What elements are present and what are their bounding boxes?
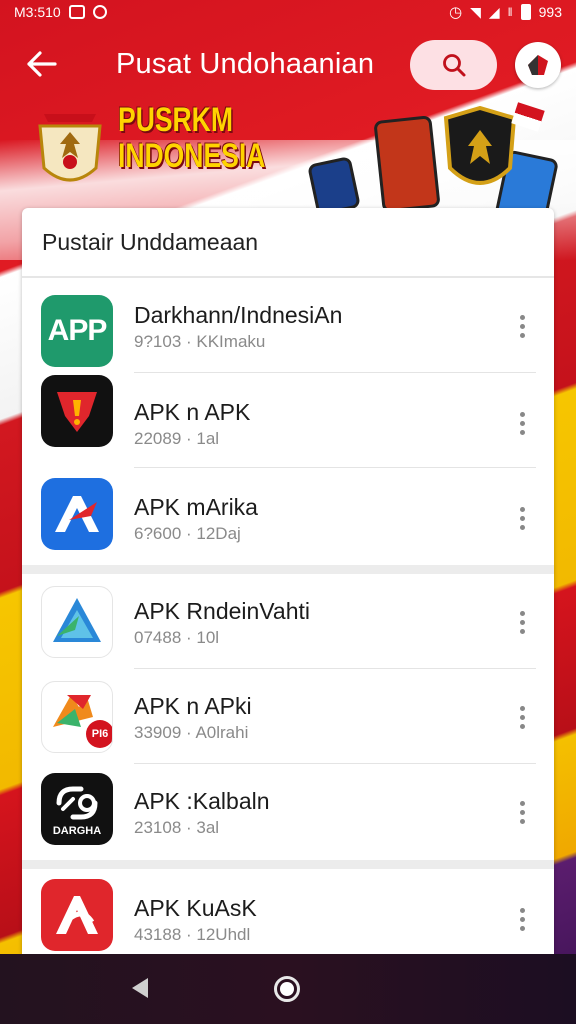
app-name: APK n APK (134, 399, 251, 425)
triangle-arrow-glyph (53, 598, 101, 642)
app-name: APK n APki (134, 693, 252, 719)
red-shield-icon (41, 375, 113, 447)
app-meta: 43188 · 12Uhdl (134, 925, 251, 944)
signal-icon-2: ‖ (507, 5, 513, 19)
signal-icon: ◢ (488, 3, 500, 20)
more-options-button[interactable] (510, 792, 534, 832)
phone-illustration-1 (307, 155, 361, 217)
app-list-item[interactable]: APK mArika 6?600 · 12Daj (22, 468, 554, 563)
status-bar: M3:510 ◷ ◥ ◢ ‖ 993 (0, 0, 576, 24)
more-options-button[interactable] (510, 403, 534, 443)
banner-line-2: INDONESIA (118, 137, 266, 175)
orange-arrow-icon: PI6 (41, 681, 113, 753)
app-name: APK KuAsK (134, 895, 257, 921)
nav-home-icon[interactable] (274, 976, 300, 1002)
app-name: Darkhann/IndnesiAn (134, 302, 343, 328)
phone-illustration-2 (373, 115, 441, 213)
app-meta: 07488 · 10l (134, 628, 220, 647)
avatar-badge-icon (528, 55, 548, 75)
red-a-icon (41, 879, 113, 951)
app-name: APK mArika (134, 494, 258, 520)
wifi-icon: ◥ (470, 3, 481, 20)
app-meta: 33909 · A0lrahi (134, 723, 249, 742)
app-meta: 22089 · 1al (134, 429, 220, 448)
app-badge: PI6 (86, 720, 112, 748)
more-options-button[interactable] (510, 602, 534, 642)
app-list-item[interactable]: APP Darkhann/IndnesiAn 9?103 · KKImaku (22, 278, 554, 373)
red-a-glyph (56, 896, 98, 934)
search-icon (442, 54, 465, 77)
search-button[interactable] (410, 40, 497, 90)
app-list-item[interactable]: APK n APK 22089 · 1al (22, 373, 554, 468)
app-name: APK RndeinVahti (134, 598, 311, 624)
shield-emblem-icon (443, 106, 517, 185)
app-list-item[interactable]: DARGHA APK :Kalbaln 23108 · 3al (22, 764, 554, 859)
app-meta: 6?600 · 12Daj (134, 524, 241, 543)
black-link-glyph (56, 786, 98, 820)
app-list-item[interactable]: APK RndeinVahti 07488 · 10l (22, 574, 554, 669)
status-time: M3:510 (14, 4, 61, 20)
more-options-button[interactable] (510, 697, 534, 737)
page-title: Pusat Undohaanian (116, 47, 375, 80)
red-shield-glyph (57, 392, 97, 432)
notification-icon-2 (92, 5, 107, 19)
app-list-item[interactable]: PI6 APK n APki 33909 · A0lrahi (22, 669, 554, 764)
battery-icon (520, 4, 531, 20)
app-icon-text: APP (47, 314, 108, 347)
more-options-button[interactable] (510, 899, 534, 939)
triangle-arrow-icon (41, 586, 113, 658)
more-options-button[interactable] (510, 498, 534, 538)
black-link-icon: DARGHA (41, 773, 113, 845)
section-divider (22, 565, 554, 574)
banner-title: PUSRKM INDONESIA (118, 102, 265, 174)
app-green-icon: APP (41, 295, 113, 367)
app-meta: 9?103 · KKImaku (134, 332, 266, 351)
more-options-button[interactable] (510, 306, 534, 346)
alarm-icon: ◷ (449, 4, 463, 21)
back-button[interactable] (14, 36, 70, 92)
banner-line-1: PUSRKM (118, 101, 233, 139)
app-list-item[interactable]: APK KuAsK 43188 · 12Uhdl (22, 869, 554, 954)
notification-icon (68, 5, 85, 19)
system-nav-bar (0, 954, 576, 1024)
garuda-emblem-icon (38, 114, 102, 182)
arrow-left-icon (27, 51, 57, 77)
app-bar: Pusat Undohaanian (0, 34, 576, 94)
avatar-button[interactable] (515, 42, 561, 88)
blue-a-icon (41, 478, 113, 550)
app-meta: 23108 · 3al (134, 818, 220, 837)
status-right-text: 993 (538, 4, 562, 20)
app-icon-caption: DARGHA (52, 825, 102, 837)
nav-back-icon[interactable] (132, 978, 148, 998)
section-divider (22, 860, 554, 869)
blue-a-glyph (55, 496, 99, 532)
app-list-card: Pustair Unddameaan APP Darkhann/IndnesiA… (22, 208, 554, 954)
app-name: APK :Kalbaln (134, 788, 270, 814)
promo-banner: PUSRKM INDONESIA (0, 96, 576, 233)
card-header: Pustair Unddameaan (22, 208, 554, 278)
